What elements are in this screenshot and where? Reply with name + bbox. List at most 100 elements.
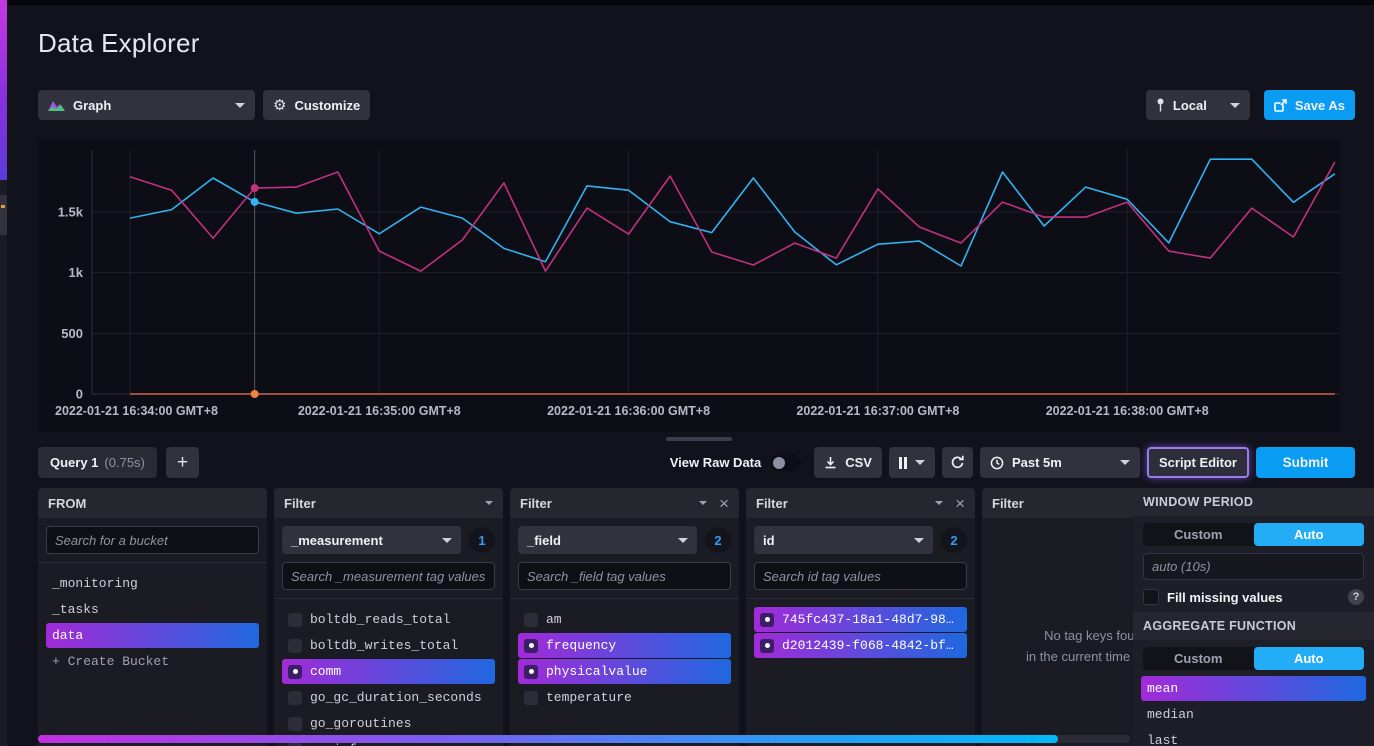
chevron-down-icon <box>235 103 245 108</box>
from-panel-header: FROM <box>38 488 267 518</box>
view-raw-data-toggle[interactable] <box>771 455 801 471</box>
time-series-chart[interactable]: 05001k1.5k2022-01-21 16:34:00 GMT+82022-… <box>38 140 1340 432</box>
submit-button[interactable]: Submit <box>1256 447 1355 478</box>
customize-label: Customize <box>294 98 360 113</box>
aggregate-function-item[interactable]: mean <box>1141 676 1366 701</box>
query-tab[interactable]: Query 1 (0.75s) <box>38 447 157 478</box>
checkbox[interactable] <box>288 639 302 653</box>
tag-value-item-label: boltdb_writes_total <box>310 638 458 653</box>
refresh-button[interactable] <box>942 447 973 478</box>
aggregate-function-item[interactable]: last <box>1141 728 1366 746</box>
refresh-icon <box>950 455 965 470</box>
divider <box>274 598 503 599</box>
window-auto-option[interactable]: Auto <box>1254 523 1365 546</box>
fill-missing-values-row: Fill missing values ? <box>1133 580 1374 612</box>
tag-key-dropdown[interactable]: _measurement <box>282 526 461 554</box>
chevron-down-icon[interactable] <box>935 501 943 505</box>
checkbox[interactable] <box>288 743 302 746</box>
time-range-dropdown[interactable]: Past 5m <box>980 447 1140 478</box>
gear-icon: ⚙ <box>273 96 286 114</box>
local-dropdown[interactable]: Local <box>1146 90 1250 120</box>
aggregate-mode-toggle: Custom Auto <box>1143 647 1364 670</box>
toggle-knob <box>773 457 785 469</box>
bucket-item[interactable]: _monitoring <box>46 571 259 596</box>
filter-title: Filter <box>992 496 1024 511</box>
tag-value-search-input[interactable] <box>754 562 967 590</box>
tag-value-item[interactable]: frequency <box>518 633 731 658</box>
tag-value-search-input[interactable] <box>518 562 731 590</box>
checkbox[interactable] <box>760 639 774 653</box>
tag-value-item[interactable]: temperature <box>518 685 731 710</box>
tag-value-item-label: boltdb_reads_total <box>310 612 450 627</box>
tag-value-item[interactable]: d2012439-f068-4842-bfef-8… <box>754 633 967 658</box>
checkbox[interactable] <box>760 613 774 627</box>
tag-value-list: boltdb_reads_total boltdb_writes_totalcom… <box>282 607 495 746</box>
bucket-search-input[interactable] <box>46 526 259 554</box>
clock-icon <box>990 456 1004 470</box>
chevron-down-icon[interactable] <box>699 501 707 505</box>
window-custom-option[interactable]: Custom <box>1143 523 1254 546</box>
view-type-dropdown[interactable]: Graph <box>38 90 255 120</box>
pause-icon <box>899 457 907 469</box>
tag-value-item[interactable]: physicalvalue <box>518 659 731 684</box>
csv-download-button[interactable]: CSV <box>814 447 882 478</box>
close-icon[interactable]: × <box>719 495 729 512</box>
from-panel-body: _monitoring_tasksdata+ Create Bucket <box>38 518 267 683</box>
chart-resize-handle[interactable] <box>666 437 732 441</box>
save-as-label: Save As <box>1295 98 1345 113</box>
hover-dot-orange <box>251 390 259 398</box>
tag-value-item[interactable]: 745fc437-18a1-48d7-98a6-7… <box>754 607 967 632</box>
checkbox[interactable] <box>524 665 538 679</box>
script-editor-button[interactable]: Script Editor <box>1147 447 1249 478</box>
close-icon[interactable]: × <box>955 495 965 512</box>
fill-missing-values-checkbox[interactable] <box>1143 589 1159 605</box>
filter-header: Filter <box>274 488 503 518</box>
tag-value-item[interactable]: go_gc_duration_seconds <box>282 685 495 710</box>
tag-value-item[interactable]: go_goroutines <box>282 711 495 736</box>
checkbox[interactable] <box>524 691 538 705</box>
aggregate-function-item-label: last <box>1147 733 1178 746</box>
aggregate-custom-option[interactable]: Custom <box>1143 647 1254 670</box>
bucket-item[interactable]: data <box>46 623 259 648</box>
checkbox[interactable] <box>288 717 302 731</box>
pin-icon <box>1156 98 1165 112</box>
view-type-label: Graph <box>73 98 111 113</box>
tag-key-dropdown[interactable]: _field <box>518 526 697 554</box>
checkbox[interactable] <box>524 613 538 627</box>
chevron-down-icon[interactable] <box>485 501 493 505</box>
tag-value-item[interactable]: boltdb_reads_total <box>282 607 495 632</box>
aggregate-function-item[interactable]: median <box>1141 702 1366 727</box>
filter-header: Filter× <box>746 488 975 518</box>
data-explorer-page: Data Explorer Graph ⚙ Customize <box>0 0 1374 746</box>
view-raw-data-label: View Raw Data <box>670 455 762 470</box>
chevron-down-icon <box>678 538 688 543</box>
save-as-button[interactable]: Save As <box>1264 90 1355 120</box>
window-period-input[interactable] <box>1143 553 1364 580</box>
tag-value-item[interactable]: comm <box>282 659 495 684</box>
aggregate-function-list: meanmedian last <box>1133 670 1374 746</box>
filter-panel-measurement: Filter_measurement1boltdb_reads_totalbol… <box>274 488 503 746</box>
checkbox[interactable] <box>524 639 538 653</box>
divider <box>746 598 975 599</box>
chevron-down-icon <box>1120 460 1130 465</box>
customize-button[interactable]: ⚙ Customize <box>263 90 370 120</box>
left-nav-logo-tick <box>1 205 5 208</box>
horizontal-scrollbar-thumb[interactable] <box>38 735 1058 743</box>
tag-value-item[interactable]: boltdb_writes_total <box>282 633 495 658</box>
tag-value-item[interactable]: am <box>518 607 731 632</box>
checkbox[interactable] <box>288 691 302 705</box>
bucket-item[interactable]: + Create Bucket <box>46 649 259 674</box>
tag-value-search-input[interactable] <box>282 562 495 590</box>
checkbox[interactable] <box>288 665 302 679</box>
pause-dropdown-button[interactable] <box>889 447 935 478</box>
bucket-item[interactable]: _tasks <box>46 597 259 622</box>
add-query-button[interactable]: + <box>166 447 199 478</box>
horizontal-scrollbar-track[interactable] <box>38 735 1130 743</box>
checkbox[interactable] <box>288 613 302 627</box>
tag-key-dropdown[interactable]: id <box>754 526 933 554</box>
graph-icon <box>48 99 65 112</box>
help-icon[interactable]: ? <box>1348 589 1364 605</box>
y-axis-tick-label: 0 <box>76 387 83 402</box>
tag-key-label: _measurement <box>291 533 383 548</box>
aggregate-auto-option[interactable]: Auto <box>1254 647 1365 670</box>
